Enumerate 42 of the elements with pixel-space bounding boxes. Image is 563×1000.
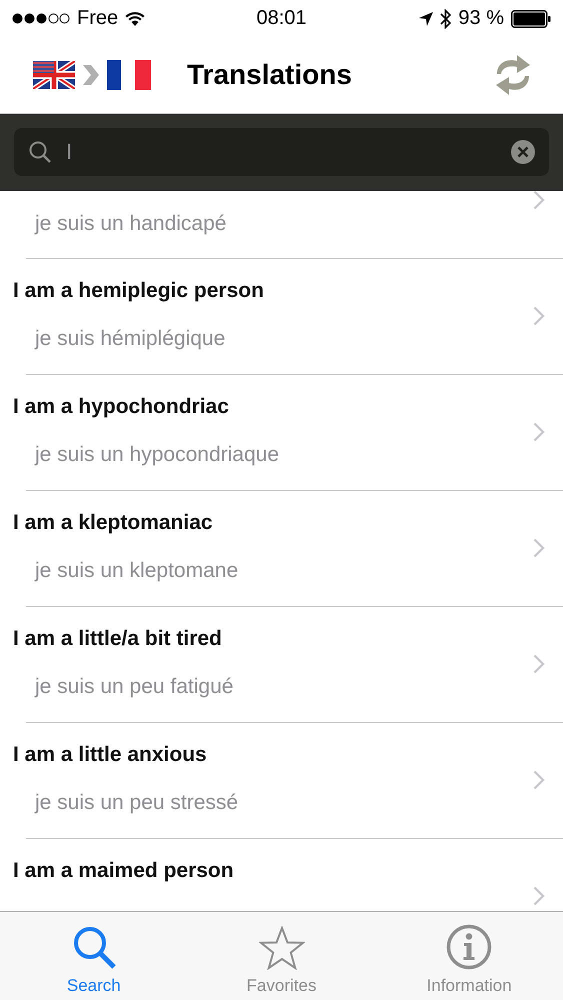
clear-icon[interactable] [511,140,535,164]
location-arrow-icon [419,12,434,26]
chevron-icon [533,306,545,326]
chevron-icon [533,422,545,442]
chevron-icon [533,654,545,674]
phrase-text: I am a kleptomaniac [13,510,213,535]
translation-row[interactable]: I am a hemiplegic person je suis hémiplégique [0,258,563,375]
translation-row[interactable]: I am a hypochondriac je suis un hypocondriaque [0,374,563,491]
wifi-icon [125,11,146,26]
translation-text: je suis hémiplégique [35,326,226,351]
translation-text: je suis un handicapé [35,212,226,236]
tab-button[interactable]: Search [0,912,188,1000]
translation-row[interactable]: I am a little/a bit tired je suis un peu fatigué [0,606,563,723]
phrase-text: I am a hypochondriac [13,394,229,419]
flag-icon [33,61,75,90]
chevron-icon [533,886,545,906]
info-icon [446,924,492,970]
battery-icon [511,10,551,28]
search-icon [28,140,52,164]
translation-text: je suis un peu stressé [35,790,238,815]
carrier-name: Free [77,7,118,30]
clock-time: 08:01 [255,7,308,30]
chevron-icon [533,538,545,558]
translation-row[interactable]: I am a kleptomaniac je suis un kleptomane [0,490,563,607]
battery-percent: 93 % [458,7,504,30]
phrase-text: I am a maimed person [13,858,234,883]
signal-icon [12,13,70,24]
chevron-icon [533,770,545,790]
screen-title: Translations [187,59,353,92]
chevron-icon [533,190,545,210]
phrase-text: I am a little anxious [13,742,207,767]
search-field[interactable]: I [14,128,549,176]
star-icon [258,926,304,970]
translation-text: je suis un hypocondriaque [35,442,280,467]
translation-text: je suis un kleptomane [35,558,238,583]
chevron-icon [81,63,101,88]
translation-row[interactable]: I am a little anxious je suis un peu stressé [0,722,563,839]
translation-text: je suis un peu fatigué [35,674,234,699]
phrase-text: I am a hemiplegic person [13,278,264,303]
flag-icon [107,60,151,90]
phrase-text: I am a little/a bit tired [13,626,222,651]
bluetooth-icon [440,8,452,29]
